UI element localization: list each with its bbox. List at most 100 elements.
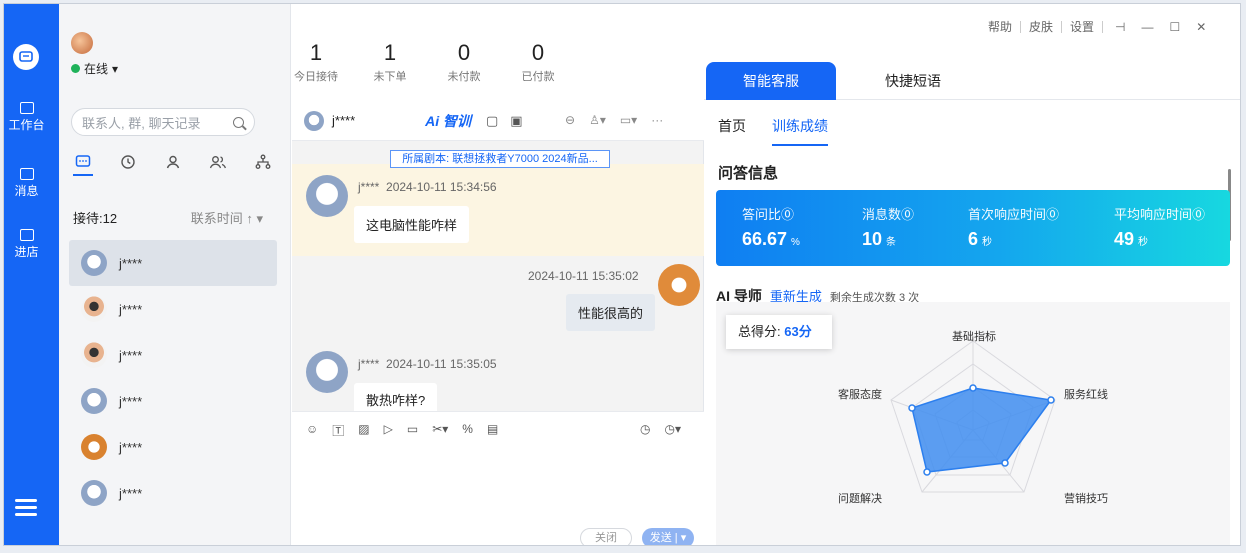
schedule-icon[interactable]: ◷▾ [664, 422, 681, 436]
close-button[interactable]: 关闭 [580, 528, 632, 545]
online-status-dropdown[interactable]: 在线 ▾ [71, 60, 118, 77]
avatar [306, 351, 348, 393]
radar-point [923, 468, 931, 476]
video-play-icon[interactable]: ▷ [384, 422, 393, 439]
tab-smart-service[interactable]: 智能客服 [706, 62, 836, 100]
radar-label-problem: 问题解决 [838, 493, 882, 505]
contact-filter-tabs [73, 154, 273, 176]
profile-avatar[interactable] [71, 32, 93, 54]
percent-icon[interactable]: % [462, 422, 473, 439]
search-icon [233, 116, 244, 128]
stat-unpaid: 0 未付款 [447, 40, 481, 83]
video-icon[interactable]: ▭▾ [620, 113, 637, 127]
rail-item-store[interactable]: 进店 [4, 229, 49, 260]
file-settings-icon[interactable]: ▣ [510, 113, 522, 129]
image-icon[interactable]: ▨ [358, 422, 369, 439]
chat-header-actions: ⊖ ♙▾ ▭▾ ··· [565, 113, 663, 127]
compose-area[interactable]: ☺ 🅃 ▨ ▷ ▭ ✂▾ % ▤ ◷ ◷▾ 关闭 发送 | ▾ [292, 411, 704, 545]
list-item[interactable]: j**** [69, 470, 277, 516]
search-input[interactable]: 联系人, 群, 聊天记录 [71, 108, 255, 136]
avatar [81, 342, 107, 368]
message-icon [19, 168, 34, 180]
settings-link[interactable]: 设置 [1070, 18, 1094, 35]
metric-first-response: 首次响应时间⓪ 6秒 [968, 207, 1060, 249]
today-stats: 1 今日接待 1 未下单 0 未付款 0 已付款 [279, 40, 575, 84]
send-button[interactable]: 发送 | ▾ [642, 528, 694, 545]
skin-link[interactable]: 皮肤 [1029, 18, 1053, 35]
sort-dropdown[interactable]: 联系时间 ↑ ▾ [191, 208, 263, 227]
pin-icon[interactable]: ⊣ [1115, 20, 1125, 34]
transfer-user-icon[interactable]: ♙▾ [589, 113, 606, 127]
history-icon[interactable]: ◷ [640, 422, 650, 436]
contact-list: j**** j**** j**** j**** j**** j**** [69, 240, 277, 516]
avatar [81, 480, 107, 506]
tab-home[interactable]: 首页 [718, 116, 746, 146]
contacts-panel: 在线 ▾ 联系人, 群, 聊天记录 接待:12 联系时间 ↑ ▾ j**** j… [59, 4, 291, 545]
contact-person-icon[interactable] [163, 154, 183, 176]
radar-point [1001, 459, 1009, 467]
tab-quick-phrases[interactable]: 快捷短语 [848, 62, 978, 100]
more-icon[interactable]: ··· [651, 113, 663, 127]
message-bubble: 这电脑性能咋样 [354, 206, 470, 243]
window-controls: 帮助 皮肤 设置 ⊣ — ☐ ✕ [988, 18, 1206, 35]
compose-history: ◷ ◷▾ [640, 422, 681, 436]
total-score-box: 总得分: 63分 [726, 315, 832, 349]
app-window: 工作台 消息 进店 在线 ▾ 联系人, 群, 聊天记录 接待:12 联系时间 ↑… [3, 3, 1241, 546]
close-icon[interactable]: ✕ [1196, 20, 1206, 34]
compose-tools: ☺ 🅃 ▨ ▷ ▭ ✂▾ % ▤ [306, 422, 498, 439]
calendar-icon[interactable]: ▤ [487, 422, 498, 439]
minimize-icon[interactable]: — [1142, 20, 1154, 34]
contact-group-icon[interactable] [208, 154, 228, 176]
list-item[interactable]: j**** [69, 378, 277, 424]
sub-tabs: 首页 训练成绩 [718, 116, 828, 146]
maximize-icon[interactable]: ☐ [1170, 20, 1181, 34]
menu-icon[interactable] [15, 499, 37, 520]
list-item[interactable]: j**** [69, 332, 277, 378]
history-clock-icon[interactable] [118, 154, 138, 176]
radar-label-marketing: 营销技巧 [1064, 493, 1108, 505]
avatar [81, 250, 107, 276]
chat-header-tools: ▢ ▣ [486, 113, 523, 129]
store-icon [19, 229, 34, 241]
radar-point [1047, 396, 1055, 404]
radar-label-redline: 服务红线 [1064, 389, 1108, 401]
document-icon[interactable]: ▢ [486, 113, 498, 129]
emoji-icon[interactable]: ☺ [306, 422, 318, 439]
app-logo-icon[interactable] [13, 44, 39, 70]
chat-panel: j**** Ai 智训 ▢ ▣ ⊖ ♙▾ ▭▾ ··· 所属剧本: 联想拯救者Y… [292, 101, 704, 545]
avatar [81, 434, 107, 460]
radar-label-attitude: 客服态度 [838, 389, 882, 401]
assistant-tabs: 智能客服 快捷短语 [704, 62, 1240, 100]
minus-circle-icon[interactable]: ⊖ [565, 113, 575, 127]
rail-item-messages[interactable]: 消息 [4, 168, 49, 199]
radar-score-area [911, 387, 1053, 473]
queue-header: 接待:12 联系时间 ↑ ▾ [73, 208, 263, 227]
assistant-panel: 帮助 皮肤 设置 ⊣ — ☐ ✕ 智能客服 快捷短语 首页 训练成绩 问答信息 … [704, 4, 1240, 545]
stat-today-received: 1 今日接待 [294, 40, 338, 83]
avatar [306, 175, 348, 217]
nav-rail: 工作台 消息 进店 [4, 4, 59, 545]
radar-point [908, 404, 916, 412]
section-title: 问答信息 [718, 165, 779, 182]
qa-metrics-card: 答问比⓪ 66.67% 消息数⓪ 10 条 首次响应时间⓪ 6秒 平均响应时间⓪ … [716, 190, 1230, 266]
avatar [81, 388, 107, 414]
folder-icon[interactable]: ▭ [407, 422, 418, 439]
script-tag[interactable]: 所属剧本: 联想拯救者Y7000 2024新品... [390, 150, 610, 168]
ai-training-button[interactable]: Ai 智训 [425, 111, 471, 131]
avatar [81, 296, 107, 322]
scissors-icon[interactable]: ✂▾ [432, 422, 448, 439]
metric-message-count: 消息数⓪ 10 条 [862, 207, 915, 249]
text-format-icon[interactable]: 🅃 [332, 422, 344, 439]
list-item[interactable]: j**** [69, 286, 277, 332]
chat-list-icon[interactable] [73, 154, 93, 176]
list-item[interactable]: j**** [69, 240, 277, 286]
online-dot-icon [71, 64, 80, 73]
message-meta: j**** 2024-10-11 15:34:56 [358, 180, 497, 194]
org-structure-icon[interactable] [253, 154, 273, 176]
avatar [304, 110, 324, 131]
radar-point [969, 384, 977, 392]
tab-training-results[interactable]: 训练成绩 [772, 116, 828, 146]
list-item[interactable]: j**** [69, 424, 277, 470]
help-link[interactable]: 帮助 [988, 18, 1012, 35]
rail-item-workbench[interactable]: 工作台 [4, 102, 49, 133]
